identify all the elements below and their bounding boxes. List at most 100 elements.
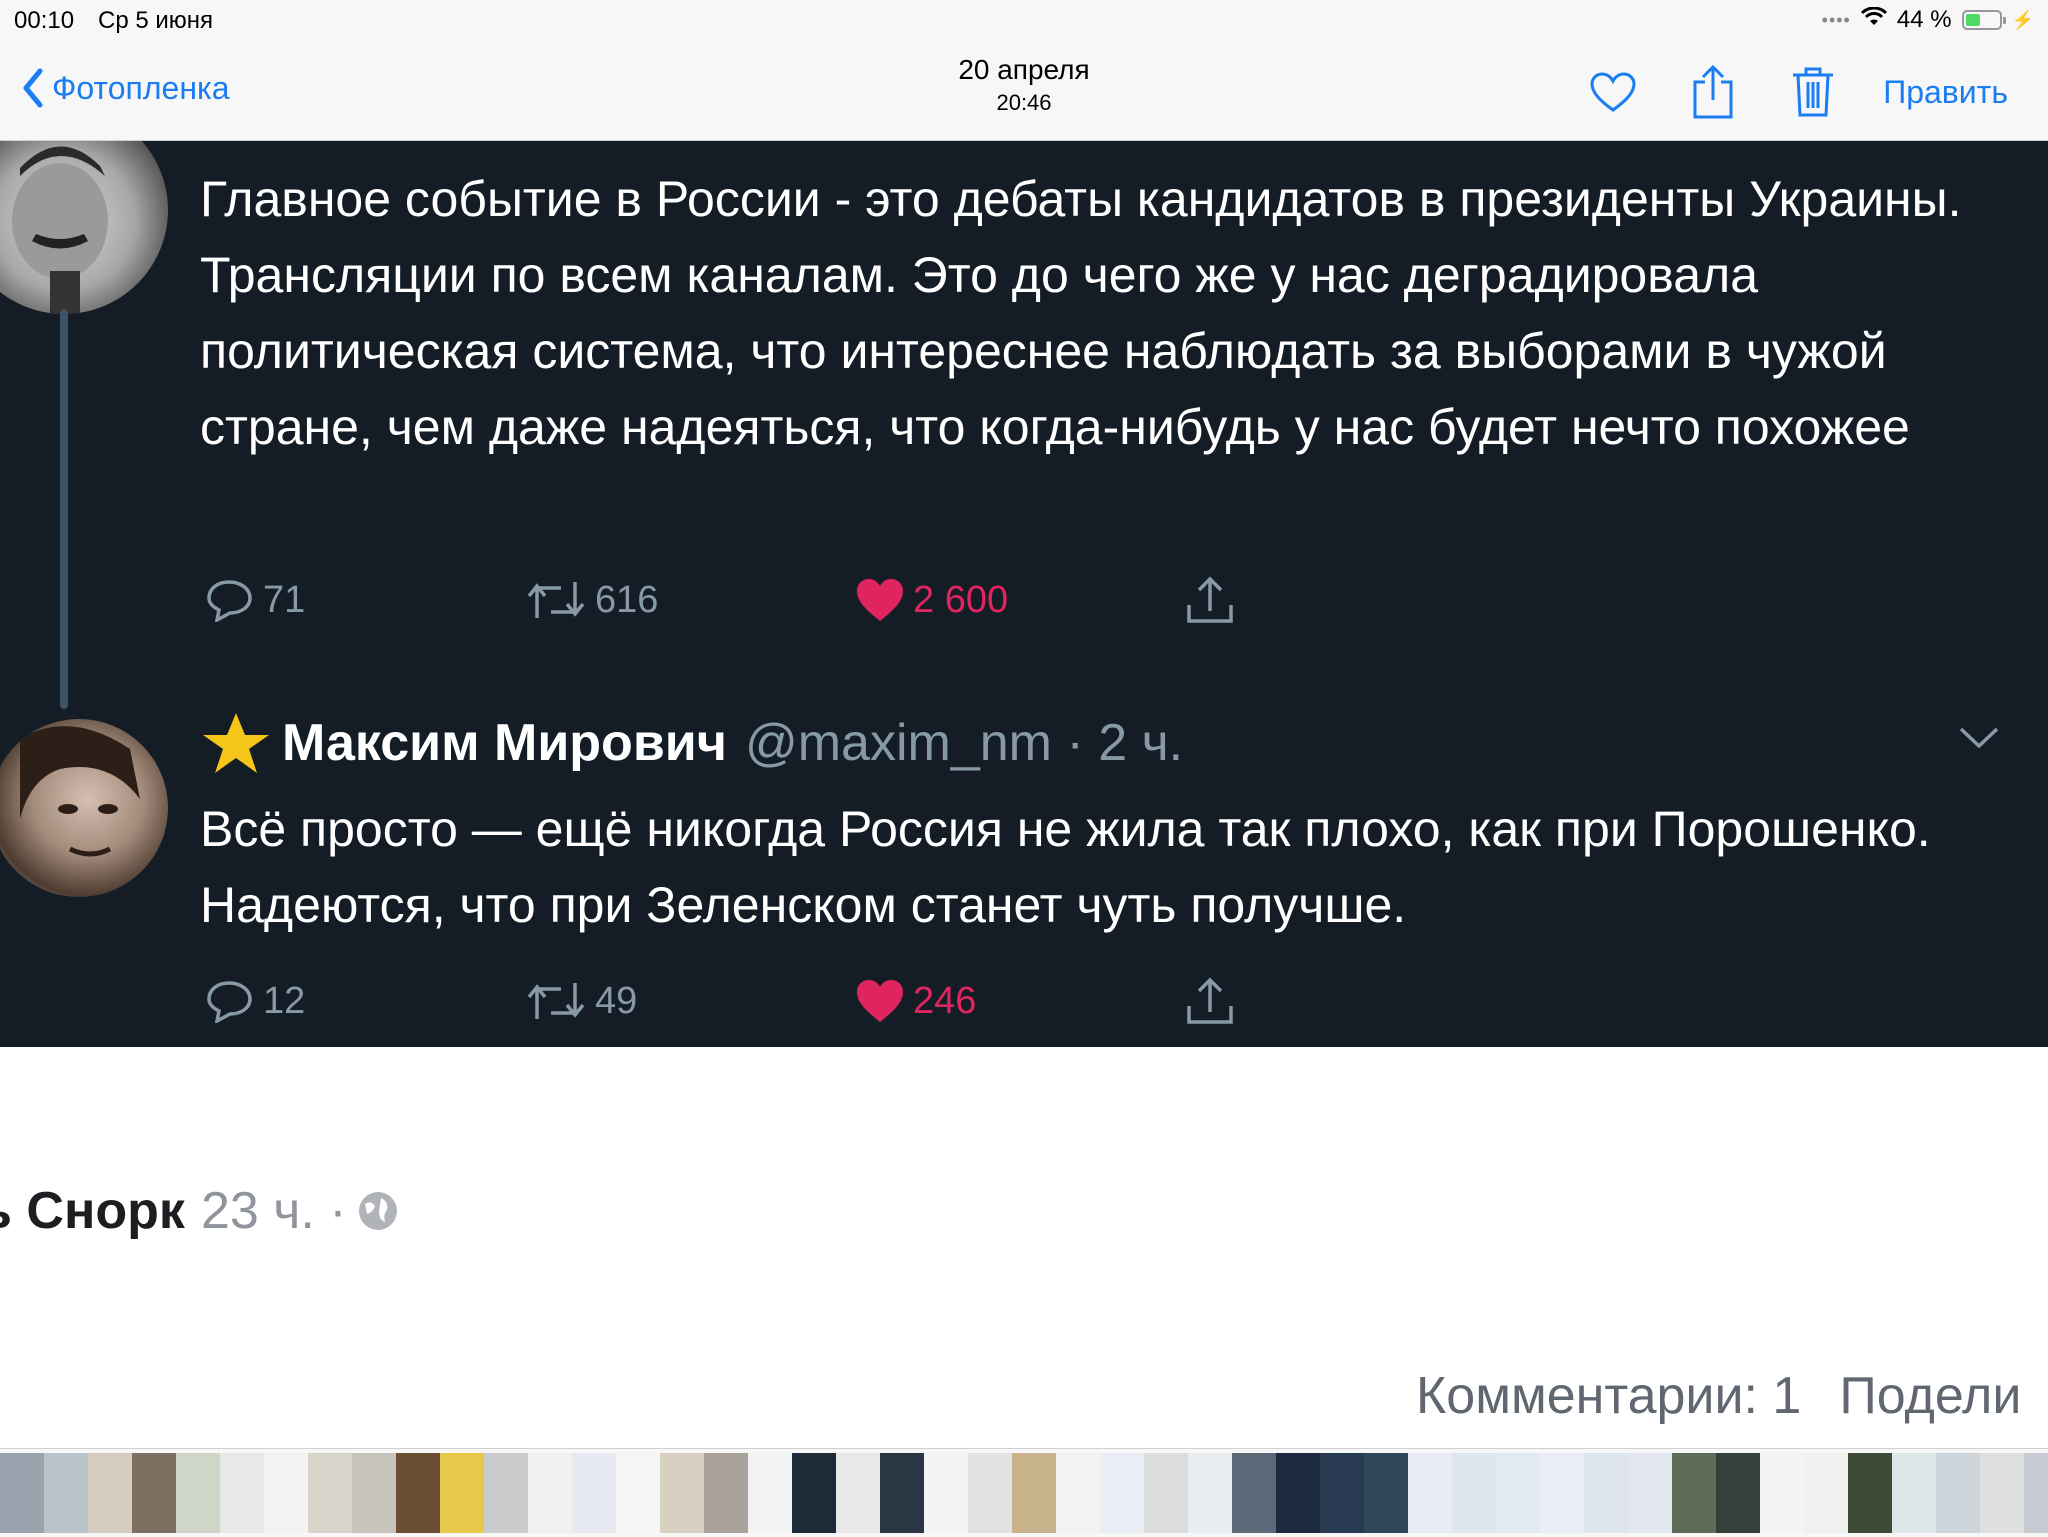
avatar — [0, 719, 168, 897]
tweet-text: Всё просто — ещё никогда Россия не жила … — [200, 801, 1931, 933]
share-button[interactable] — [1683, 62, 1743, 122]
retweet-icon — [527, 582, 585, 618]
photo-thumbnail[interactable] — [968, 1453, 1012, 1533]
share-tweet-button[interactable] — [1185, 575, 1243, 625]
photo-thumbnail[interactable] — [352, 1453, 396, 1533]
thumbnail-list — [0, 1453, 2048, 1533]
photo-thumbnail[interactable] — [1452, 1453, 1496, 1533]
photo-thumbnail[interactable] — [1672, 1453, 1716, 1533]
photo-thumbnail[interactable] — [1936, 1453, 1980, 1533]
tweet-menu-button[interactable] — [1958, 726, 2000, 755]
thumbnail-strip[interactable] — [0, 1448, 2048, 1537]
heart-filled-icon — [857, 579, 903, 621]
photo-thumbnail[interactable] — [1892, 1453, 1936, 1533]
like-count: 246 — [913, 979, 977, 1022]
battery-percent: 44 % — [1896, 6, 1952, 33]
photo-thumbnail[interactable] — [396, 1453, 440, 1533]
photo-thumbnail[interactable] — [1760, 1453, 1804, 1533]
photo-thumbnail[interactable] — [616, 1453, 660, 1533]
share-link[interactable]: Подели — [1839, 1367, 2021, 1425]
nav-actions: Править — [1543, 62, 2008, 122]
tweet-actions: 12 49 246 — [205, 976, 1243, 1026]
share-icon — [1187, 576, 1233, 623]
photo-thumbnail[interactable] — [1980, 1453, 2024, 1533]
photo-thumbnail[interactable] — [1100, 1453, 1144, 1533]
nav-bar: Фотопленка 20 апреля 20:46 Править — [0, 40, 2048, 141]
post-author-name: ь Снорк — [0, 1182, 185, 1240]
post-footer: Комментарии: 1 Подели — [1416, 1366, 2048, 1426]
signal-dots-icon: •••• — [1821, 9, 1851, 30]
photo-thumbnail[interactable] — [528, 1453, 572, 1533]
avatar — [0, 141, 168, 314]
chevron-down-icon — [1959, 727, 1999, 749]
photo-thumbnail[interactable] — [704, 1453, 748, 1533]
delete-button[interactable] — [1783, 62, 1843, 122]
retweet-button[interactable]: 49 — [525, 979, 855, 1023]
photo-thumbnail[interactable] — [1320, 1453, 1364, 1533]
photo-thumbnail[interactable] — [836, 1453, 880, 1533]
photo-thumbnail[interactable] — [572, 1453, 616, 1533]
photo-thumbnail[interactable] — [1716, 1453, 1760, 1533]
status-bar: 00:10 Ср 5 июня •••• 44 % ⚡ — [0, 0, 2048, 40]
charging-icon: ⚡ — [2011, 9, 2034, 30]
tweet-text: Главное событие в России - это дебаты ка… — [200, 171, 1962, 455]
heart-filled-icon — [857, 980, 903, 1022]
comments-link[interactable]: Комментарии: 1 — [1416, 1367, 1801, 1425]
photo-thumbnail[interactable] — [880, 1453, 924, 1533]
post-author-row: ь Снорк 23 ч. · — [0, 1181, 399, 1241]
photo-thumbnail[interactable] — [1408, 1453, 1452, 1533]
photo-thumbnail[interactable] — [484, 1453, 528, 1533]
status-time: 00:10 — [14, 7, 75, 34]
photo-thumbnail[interactable] — [264, 1453, 308, 1533]
photo-thumbnail[interactable] — [1188, 1453, 1232, 1533]
retweet-count: 49 — [595, 979, 638, 1022]
photo-thumbnail[interactable] — [1496, 1453, 1540, 1533]
retweet-button[interactable]: 616 — [525, 578, 855, 622]
photo-thumbnail[interactable] — [1056, 1453, 1100, 1533]
star-icon — [203, 713, 269, 773]
battery-icon — [1961, 10, 2006, 30]
photo-thumbnail[interactable] — [440, 1453, 484, 1533]
photo-thumbnail[interactable] — [1364, 1453, 1408, 1533]
photo-thumbnail[interactable] — [2024, 1453, 2048, 1533]
photo-thumbnail[interactable] — [44, 1453, 88, 1533]
photo-thumbnail[interactable] — [1584, 1453, 1628, 1533]
photo-thumbnail[interactable] — [792, 1453, 836, 1533]
photo-thumbnail[interactable] — [88, 1453, 132, 1533]
photo-thumbnail[interactable] — [660, 1453, 704, 1533]
photo-thumbnail[interactable] — [1804, 1453, 1848, 1533]
like-button[interactable]: 246 — [855, 978, 1185, 1024]
photo-thumbnail[interactable] — [132, 1453, 176, 1533]
photo-thumbnail[interactable] — [1540, 1453, 1584, 1533]
photo-thumbnail[interactable] — [176, 1453, 220, 1533]
trash-icon — [1793, 67, 1834, 117]
share-tweet-button[interactable] — [1185, 976, 1243, 1026]
photo-thumbnail[interactable] — [1012, 1453, 1056, 1533]
reply-count: 71 — [263, 578, 306, 621]
photo-thumbnail[interactable] — [1848, 1453, 1892, 1533]
photo-thumbnail[interactable] — [220, 1453, 264, 1533]
photo-thumbnail[interactable] — [924, 1453, 968, 1533]
reply-icon — [207, 580, 252, 622]
like-count: 2 600 — [913, 578, 1009, 621]
heart-icon — [1590, 72, 1636, 112]
tweet-screenshot: Главное событие в России - это дебаты ка… — [0, 141, 2048, 1047]
photo-thumbnail[interactable] — [1628, 1453, 1672, 1533]
share-icon — [1187, 977, 1233, 1024]
photo-thumbnail[interactable] — [0, 1453, 44, 1533]
author-name: Максим Мирович — [282, 714, 727, 772]
retweet-count: 616 — [595, 578, 659, 621]
reply-button[interactable]: 12 — [205, 979, 525, 1023]
like-button[interactable]: 2 600 — [855, 577, 1185, 623]
photo-thumbnail[interactable] — [1144, 1453, 1188, 1533]
reply-button[interactable]: 71 — [205, 578, 525, 622]
favorite-button[interactable] — [1583, 62, 1643, 122]
photo-viewer[interactable]: Главное событие в России - это дебаты ка… — [0, 141, 2048, 1448]
wifi-icon — [1860, 6, 1887, 34]
photo-thumbnail[interactable] — [748, 1453, 792, 1533]
status-date: Ср 5 июня — [98, 7, 214, 34]
photo-thumbnail[interactable] — [308, 1453, 352, 1533]
edit-button[interactable]: Править — [1883, 74, 2008, 111]
photo-thumbnail[interactable] — [1276, 1453, 1320, 1533]
photo-thumbnail[interactable] — [1232, 1453, 1276, 1533]
